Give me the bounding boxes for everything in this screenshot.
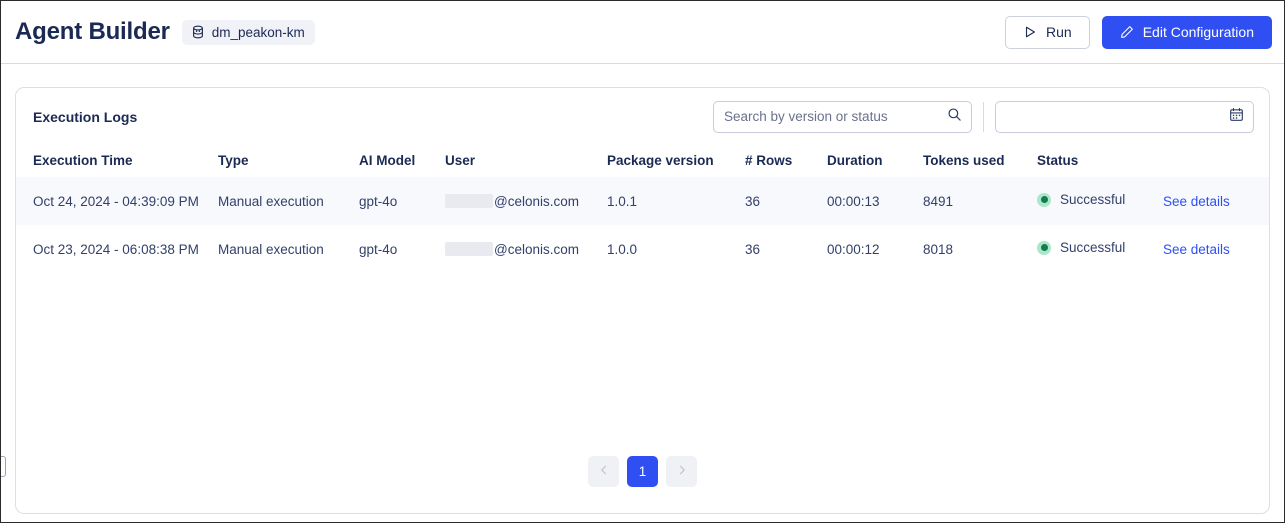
status-dot-icon — [1037, 192, 1051, 207]
data-model-badge[interactable]: dm_peakon-km — [181, 19, 315, 45]
status-label: Successful — [1060, 192, 1126, 208]
cell-duration: 00:00:12 — [827, 225, 923, 273]
column-header-type[interactable]: Type — [218, 145, 359, 177]
pagination-page-1-button[interactable]: 1 — [627, 455, 658, 487]
cell-ai-model: gpt-4o — [359, 177, 445, 225]
table-row[interactable]: Oct 23, 2024 - 06:08:38 PM Manual execut… — [16, 225, 1269, 273]
column-header-user[interactable]: User — [445, 145, 607, 177]
edit-configuration-button[interactable]: Edit Configuration — [1101, 15, 1272, 49]
execution-logs-header: Execution Logs — [16, 88, 1269, 145]
cell-duration: 00:00:13 — [827, 177, 923, 225]
column-header-duration[interactable]: Duration — [827, 145, 923, 177]
search-input[interactable] — [724, 109, 939, 124]
cell-rows: 36 — [745, 177, 827, 225]
column-header-status[interactable]: Status — [1037, 145, 1163, 177]
column-header-actions — [1163, 145, 1269, 177]
see-details-link[interactable]: See details — [1163, 194, 1230, 209]
page-title: Agent Builder — [15, 18, 170, 45]
card-title: Execution Logs — [33, 108, 138, 125]
app-header: Agent Builder dm_peakon-km Run Edit Conf… — [1, 1, 1284, 64]
pagination: 1 — [16, 429, 1269, 513]
table-head: Execution Time Type AI Model User Packag… — [16, 145, 1269, 177]
data-model-badge-label: dm_peakon-km — [211, 24, 305, 40]
edit-configuration-button-label: Edit Configuration — [1142, 24, 1254, 40]
calendar-icon[interactable] — [1229, 107, 1244, 127]
pagination-prev-button[interactable] — [588, 455, 619, 487]
cell-status: Successful — [1037, 225, 1163, 273]
cell-user: @celonis.com — [445, 225, 607, 273]
see-details-link[interactable]: See details — [1163, 242, 1230, 257]
cell-rows: 36 — [745, 225, 827, 273]
cell-actions: See details — [1163, 225, 1269, 273]
cell-execution-time: Oct 24, 2024 - 04:39:09 PM — [16, 177, 218, 225]
header-actions: Run Edit Configuration — [1005, 15, 1272, 49]
status-label: Successful — [1060, 240, 1126, 256]
cell-user: @celonis.com — [445, 177, 607, 225]
chevron-left-icon — [598, 464, 610, 479]
pencil-icon — [1120, 25, 1134, 39]
search-icon[interactable] — [947, 107, 962, 127]
app-window: Agent Builder dm_peakon-km Run Edit Conf… — [0, 0, 1285, 523]
cell-ai-model: gpt-4o — [359, 225, 445, 273]
redacted-username — [445, 241, 493, 256]
cell-status: Successful — [1037, 177, 1163, 225]
user-domain: @celonis.com — [494, 241, 579, 257]
user-domain: @celonis.com — [494, 193, 579, 209]
filters-divider — [983, 101, 984, 132]
filters-group — [713, 100, 1254, 133]
column-header-ai-model[interactable]: AI Model — [359, 145, 445, 177]
status-badge: Successful — [1037, 192, 1125, 207]
cell-package-version: 1.0.1 — [607, 177, 745, 225]
cell-actions: See details — [1163, 177, 1269, 225]
column-header-rows[interactable]: # Rows — [745, 145, 827, 177]
cell-tokens-used: 8491 — [923, 177, 1037, 225]
status-badge: Successful — [1037, 240, 1125, 255]
run-button-label: Run — [1046, 24, 1072, 40]
status-dot-icon — [1037, 240, 1051, 255]
title-group: Agent Builder dm_peakon-km — [15, 18, 315, 46]
cell-type: Manual execution — [218, 225, 359, 273]
data-model-icon — [191, 25, 205, 39]
date-range-input[interactable] — [1006, 109, 1221, 124]
cell-tokens-used: 8018 — [923, 225, 1037, 273]
cell-package-version: 1.0.0 — [607, 225, 745, 273]
play-icon — [1023, 25, 1037, 39]
pagination-next-button[interactable] — [666, 455, 697, 487]
cell-execution-time: Oct 23, 2024 - 06:08:38 PM — [16, 225, 218, 273]
execution-logs-table: Execution Time Type AI Model User Packag… — [16, 145, 1269, 273]
chevron-right-icon — [676, 464, 688, 479]
main-content: Execution Logs Search by version or stat… — [1, 65, 1284, 522]
redacted-username — [445, 193, 493, 208]
column-header-tokens-used[interactable]: Tokens used — [923, 145, 1037, 177]
column-header-package-version[interactable]: Package version — [607, 145, 745, 177]
table-body: Oct 24, 2024 - 04:39:09 PM Manual execut… — [16, 177, 1269, 273]
run-button[interactable]: Run — [1005, 15, 1090, 49]
cell-type: Manual execution — [218, 177, 359, 225]
search-box[interactable] — [713, 100, 972, 133]
left-edge-panel-handle[interactable] — [1, 456, 6, 477]
table-row[interactable]: Oct 24, 2024 - 04:39:09 PM Manual execut… — [16, 177, 1269, 225]
date-range-box[interactable] — [995, 100, 1254, 133]
table-header-row: Execution Time Type AI Model User Packag… — [16, 145, 1269, 177]
execution-logs-card: Execution Logs Search by version or stat… — [15, 87, 1270, 514]
column-header-execution-time[interactable]: Execution Time — [16, 145, 218, 177]
